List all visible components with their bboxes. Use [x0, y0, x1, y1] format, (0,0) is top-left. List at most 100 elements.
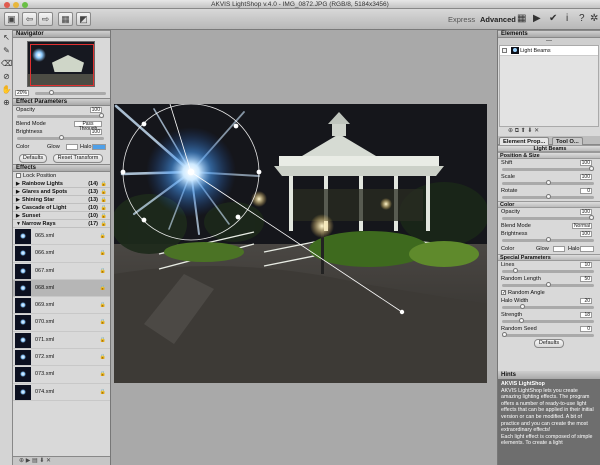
add-element-icon[interactable]: ⊕	[508, 128, 513, 134]
category-shining-star[interactable]: ▶ Shining Star (13) 🔒	[13, 196, 110, 204]
blend-mode-select[interactable]: Pass Through	[74, 121, 102, 132]
grid-icon[interactable]: ▦	[517, 13, 526, 25]
glow-color-swatch[interactable]	[66, 144, 78, 150]
brightness-field[interactable]: 100	[90, 129, 102, 135]
element-blend-label: Blend Mode	[501, 223, 531, 229]
mode-express-button[interactable]: Express	[448, 15, 475, 24]
random-seed-field[interactable]: 0	[580, 326, 592, 332]
category-glares-and-spots[interactable]: ▶ Glares and Spots (13) 🔒	[13, 188, 110, 196]
apply-check-icon[interactable]: ✔	[549, 13, 557, 25]
settings-gear-icon[interactable]: ✲	[590, 13, 598, 25]
scale-slider[interactable]	[502, 180, 594, 185]
effect-thumbnail	[15, 384, 31, 400]
lock-icon: 🔒	[99, 388, 106, 395]
tab-element-properties[interactable]: Element Prop...	[499, 137, 550, 145]
close-window-button[interactable]	[4, 2, 10, 8]
random-seed-slider[interactable]	[502, 332, 594, 337]
scale-label: Scale	[501, 174, 515, 180]
color-header: Color	[498, 201, 600, 208]
move-down-icon[interactable]: ⬇	[527, 128, 532, 134]
hand-tool-icon[interactable]: ✋	[1, 84, 12, 95]
effect-item[interactable]: 065.xml 🔒	[13, 228, 110, 246]
rotate-slider[interactable]	[502, 194, 594, 199]
element-item[interactable]: Light Beams	[500, 46, 598, 56]
random-length-slider[interactable]	[502, 282, 594, 287]
element-halo-swatch[interactable]	[580, 246, 594, 252]
image-workspace[interactable]	[111, 30, 497, 465]
effect-item[interactable]: 069.xml 🔒	[13, 297, 110, 315]
save-icon[interactable]: ⬇	[39, 458, 44, 464]
halo-width-field[interactable]: 20	[580, 298, 592, 304]
eraser-tool-icon[interactable]: ⌫	[1, 58, 12, 69]
element-visibility-checkbox[interactable]	[502, 48, 507, 54]
strength-field[interactable]: 18	[580, 312, 592, 318]
navigator-preview[interactable]	[27, 41, 95, 87]
random-seed-label: Random Seed	[501, 326, 537, 332]
play-icon[interactable]: ▶	[26, 458, 31, 464]
zoom-window-button[interactable]	[22, 2, 28, 8]
defaults-button[interactable]: Defaults	[19, 154, 47, 163]
brush-tool-icon[interactable]: ✎	[1, 45, 12, 56]
strength-slider[interactable]	[502, 318, 594, 323]
scale-field[interactable]: 100	[580, 174, 592, 180]
element-brightness-field[interactable]: 100	[580, 231, 592, 237]
random-length-field[interactable]: 50	[580, 276, 592, 282]
element-glow-swatch[interactable]	[553, 246, 565, 252]
undo-icon[interactable]: ⇦	[22, 12, 37, 26]
preview-icon[interactable]: ◩	[76, 12, 91, 26]
effect-item[interactable]: 071.xml 🔒	[13, 332, 110, 350]
before-after-icon[interactable]: ▦	[58, 12, 73, 26]
effect-item-selected[interactable]: 068.xml 🔒	[13, 279, 110, 298]
lock-icon: 🔒	[100, 205, 107, 211]
run-icon[interactable]: ▶	[533, 13, 541, 25]
elements-list: Light Beams	[499, 45, 599, 127]
category-narrow-rays[interactable]: ▼ Narrow Rays (17) 🔒	[13, 220, 110, 228]
move-up-icon[interactable]: ⬆	[521, 128, 526, 134]
element-glow-label: Glow	[536, 246, 549, 252]
category-rainbow-lights[interactable]: ▶ Rainbow Lights (14) 🔒	[13, 180, 110, 188]
halo-width-slider[interactable]	[502, 304, 594, 309]
category-cascade-of-light[interactable]: ▶ Cascade of Light (10) 🔒	[13, 204, 110, 212]
mode-advanced-button[interactable]: Advanced	[480, 15, 516, 24]
effect-item[interactable]: 070.xml 🔒	[13, 314, 110, 332]
effect-item[interactable]: 066.xml 🔒	[13, 245, 110, 263]
lock-icon: 🔒	[99, 319, 106, 326]
effect-item[interactable]: 074.xml 🔒	[13, 384, 110, 401]
halo-color-swatch[interactable]	[92, 144, 106, 150]
zoom-value[interactable]: 20%	[15, 90, 29, 96]
element-brightness-slider[interactable]	[502, 237, 594, 242]
element-opacity-slider[interactable]	[502, 215, 594, 220]
lines-slider[interactable]	[502, 268, 594, 273]
open-image-icon[interactable]: ▣	[4, 12, 19, 26]
element-defaults-button[interactable]: Defaults	[534, 339, 564, 348]
random-angle-checkbox[interactable]: ✓	[501, 290, 506, 296]
effect-item[interactable]: 073.xml 🔒	[13, 366, 110, 384]
delete-element-icon[interactable]: ✕	[534, 128, 539, 134]
element-blend-select[interactable]: Normal	[572, 223, 592, 229]
folder-icon[interactable]: ▤	[32, 458, 38, 464]
info-icon[interactable]: i	[566, 13, 568, 25]
tab-tool-options[interactable]: Tool O...	[552, 137, 583, 145]
reset-transform-button[interactable]: Reset Transform	[53, 154, 103, 163]
redo-icon[interactable]: ⇨	[38, 12, 53, 26]
select-tool-icon[interactable]: ↖	[1, 32, 12, 43]
effect-item[interactable]: 067.xml 🔒	[13, 263, 110, 280]
delete-icon[interactable]: ✕	[46, 458, 51, 464]
duplicate-element-icon[interactable]: ⧉	[515, 128, 519, 134]
lock-icon: 🔒	[99, 354, 106, 361]
minimize-window-button[interactable]	[13, 2, 19, 8]
lock-position-checkbox[interactable]	[16, 173, 21, 179]
opacity-slider[interactable]	[17, 113, 104, 118]
effect-item[interactable]: 072.xml 🔒	[13, 349, 110, 367]
zoom-tool-icon[interactable]: ⊕	[1, 97, 12, 108]
photo-canvas[interactable]	[114, 104, 487, 383]
eyedropper-tool-icon[interactable]: ⊘	[1, 71, 12, 82]
help-icon[interactable]: ?	[579, 13, 585, 25]
brightness-slider[interactable]	[17, 135, 104, 140]
shift-slider[interactable]	[502, 166, 594, 171]
lines-field[interactable]: 10	[580, 262, 592, 268]
title-bar: AKVIS LightShop v.4.0 - IMG_0872.JPG (RG…	[0, 0, 600, 9]
rotate-field[interactable]: 0	[580, 188, 592, 194]
add-effect-icon[interactable]: ⊕	[19, 458, 24, 464]
category-sunset[interactable]: ▶ Sunset (10) 🔒	[13, 212, 110, 220]
